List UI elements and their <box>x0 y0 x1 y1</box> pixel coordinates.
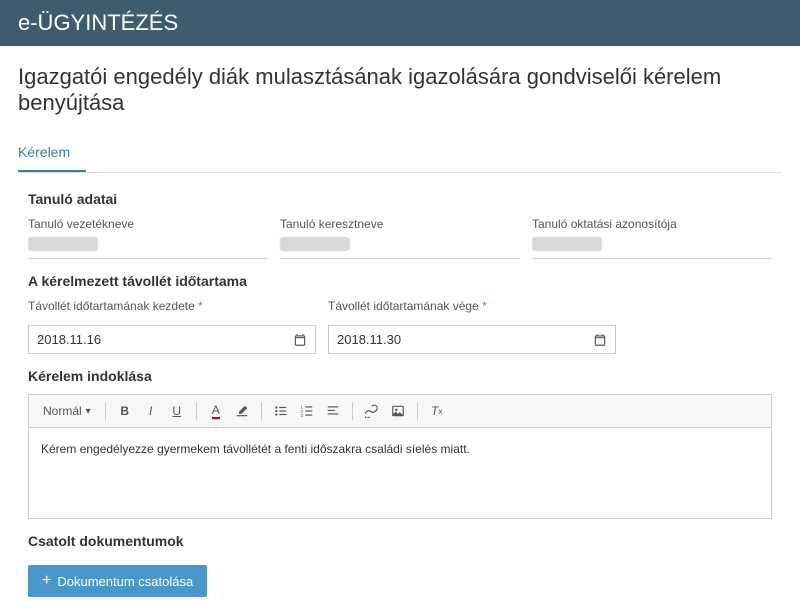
app-header: e-ÜGYINTÉZÉS <box>0 0 800 46</box>
format-select[interactable]: Normál ▾ <box>37 402 97 420</box>
section-absence-title: A kérelmezett távollét időtartama <box>28 273 782 289</box>
link-button[interactable] <box>361 400 383 422</box>
image-icon <box>391 404 405 418</box>
value-eduid <box>532 235 772 259</box>
input-row-absence: 2018.11.16 2018.11.30 <box>18 325 782 354</box>
field-start: 2018.11.16 <box>28 325 316 354</box>
label-firstname: Tanuló keresztneve <box>280 217 520 231</box>
svg-text:3: 3 <box>300 413 303 418</box>
required-marker: * <box>482 299 487 313</box>
required-marker: * <box>198 299 203 313</box>
bullet-list-button[interactable] <box>270 400 292 422</box>
align-button[interactable] <box>322 400 344 422</box>
chevron-down-icon: ▾ <box>86 406 91 417</box>
calendar-icon <box>293 333 307 347</box>
tab-request[interactable]: Kérelem <box>18 134 86 172</box>
align-icon <box>326 404 340 418</box>
field-end-label-wrap: Távollét időtartamának vége * <box>328 299 616 317</box>
student-row: Tanuló vezetékneve Tanuló keresztneve Ta… <box>18 217 782 259</box>
redacted-eduid <box>532 237 602 251</box>
section-attachments-title: Csatolt dokumentumok <box>28 533 782 549</box>
value-surname <box>28 235 268 259</box>
app-title: e-ÜGYINTÉZÉS <box>18 10 178 35</box>
redacted-firstname <box>280 237 350 251</box>
number-list-button[interactable]: 123 <box>296 400 318 422</box>
label-end: Távollét időtartamának vége * <box>328 299 616 313</box>
input-end-date[interactable]: 2018.11.30 <box>328 325 616 354</box>
image-button[interactable] <box>387 400 409 422</box>
value-end-date: 2018.11.30 <box>337 332 593 347</box>
link-icon <box>365 404 379 418</box>
list-bullet-icon <box>274 404 288 418</box>
field-start-label-wrap: Távollét időtartamának kezdete * <box>28 299 316 317</box>
underline-button[interactable]: U <box>166 400 188 422</box>
tabs: Kérelem <box>18 134 782 173</box>
plus-icon: + <box>42 573 51 589</box>
field-firstname: Tanuló keresztneve <box>280 217 520 259</box>
label-surname: Tanuló vezetékneve <box>28 217 268 231</box>
field-eduid: Tanuló oktatási azonosítója <box>532 217 772 259</box>
list-number-icon: 123 <box>300 404 314 418</box>
editor-body[interactable]: Kérem engedélyezze gyermekem távollétét … <box>29 428 771 518</box>
calendar-icon <box>593 333 607 347</box>
text-color-button[interactable]: A <box>205 400 227 422</box>
editor-toolbar: Normál ▾ B I U A 123 <box>29 395 771 428</box>
redacted-surname <box>28 237 98 251</box>
bg-color-button[interactable] <box>231 400 253 422</box>
page-title: Igazgatói engedély diák mulasztásának ig… <box>18 64 782 116</box>
field-surname: Tanuló vezetékneve <box>28 217 268 259</box>
value-firstname <box>280 235 520 259</box>
field-end: 2018.11.30 <box>328 325 616 354</box>
paint-icon <box>235 404 249 418</box>
clear-format-button[interactable]: Tx <box>426 400 448 422</box>
label-start: Távollét időtartamának kezdete * <box>28 299 316 313</box>
attach-button-label: Dokumentum csatolása <box>57 574 193 589</box>
bold-button[interactable]: B <box>114 400 136 422</box>
input-start-date[interactable]: 2018.11.16 <box>28 325 316 354</box>
richtext-editor: Normál ▾ B I U A 123 <box>28 394 772 519</box>
label-row-absence: Távollét időtartamának kezdete * Távollé… <box>18 299 782 317</box>
attach-document-button[interactable]: + Dokumentum csatolása <box>28 565 207 597</box>
italic-button[interactable]: I <box>140 400 162 422</box>
label-eduid: Tanuló oktatási azonosítója <box>532 217 772 231</box>
section-student-title: Tanuló adatai <box>28 191 782 207</box>
value-start-date: 2018.11.16 <box>37 332 293 347</box>
section-justification-title: Kérelem indoklása <box>28 368 782 384</box>
page-content: Igazgatói engedély diák mulasztásának ig… <box>0 46 800 615</box>
